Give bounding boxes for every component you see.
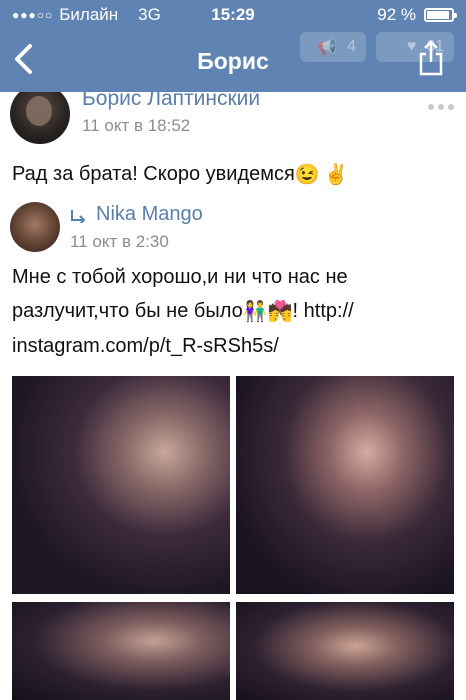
share-icon[interactable] <box>418 40 444 76</box>
repost-arrow-icon <box>71 209 86 223</box>
app-header: ●●●○○ Билайн 3G 15:29 92 % 📢 4 ♥ 61 Бори… <box>0 0 466 92</box>
repost-date: 11 окт в 2:30 <box>70 232 169 251</box>
photo-1[interactable] <box>12 376 230 594</box>
repost-text: Мне с тобой хорошо,и ни что нас не разлу… <box>12 260 454 363</box>
repost-author-row[interactable]: Nika Mango <box>70 203 203 226</box>
post-text: Рад за брата! Скоро увидемся😉 ✌️ <box>12 160 452 189</box>
battery-icon <box>424 8 457 22</box>
photo-3[interactable] <box>12 602 230 700</box>
author-avatar[interactable] <box>10 84 70 144</box>
page-title: Борис <box>197 48 269 74</box>
photo-4[interactable] <box>236 602 454 700</box>
kiss-emoji: 💏 <box>267 300 293 323</box>
repost-author-avatar[interactable] <box>10 202 60 252</box>
photo-2[interactable] <box>236 376 454 594</box>
victory-hand-emoji: ✌️ <box>323 163 349 186</box>
status-bar: ●●●○○ Билайн 3G 15:29 92 % <box>0 0 466 30</box>
battery-percent: 92 % <box>377 5 416 24</box>
couple-emoji: 👫 <box>242 300 268 323</box>
wink-emoji: 😉 <box>294 163 320 186</box>
more-options-icon[interactable] <box>428 104 454 110</box>
post-date: 11 окт в 18:52 <box>82 116 191 135</box>
battery-info: 92 % <box>377 5 457 25</box>
repost-author[interactable]: Nika Mango <box>96 203 203 226</box>
navigation-bar: 📢 4 ♥ 61 Борис <box>0 30 466 92</box>
post-text-content: Рад за брата! Скоро увидемся <box>12 163 295 185</box>
post-header: Борис Лаптинский 11 окт в 18:52 <box>0 84 466 152</box>
